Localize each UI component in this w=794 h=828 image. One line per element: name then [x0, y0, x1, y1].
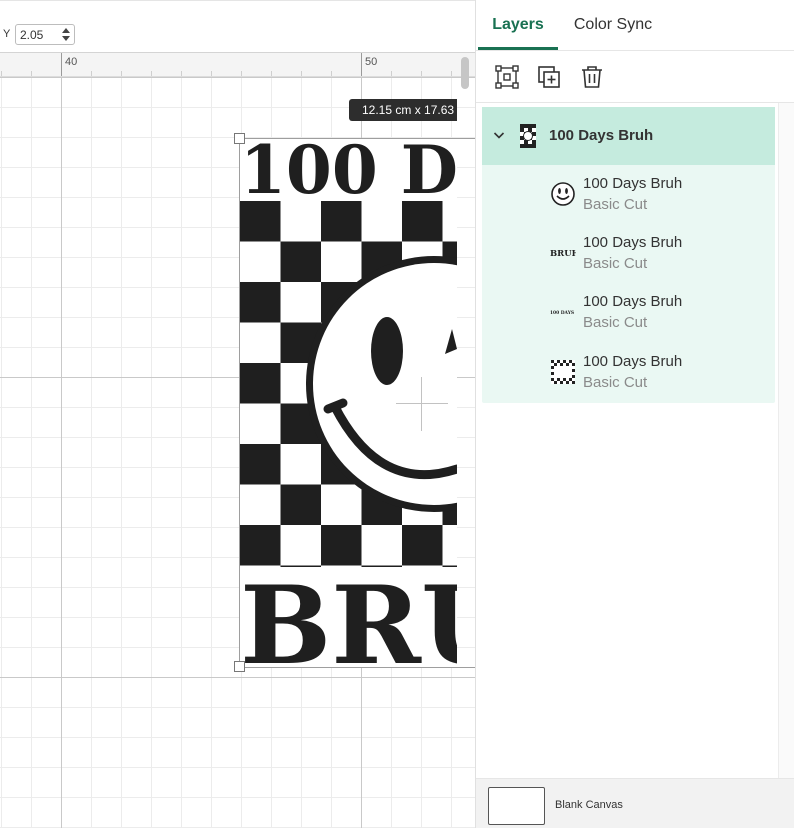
resize-handle-bottom-left[interactable] — [234, 661, 245, 672]
design-space-app: Y 40 50 12.15 cm x 17.63 — [0, 0, 794, 828]
layer-operation: Basic Cut — [583, 314, 648, 331]
size-tooltip: 12.15 cm x 17.63 — [349, 99, 457, 121]
panel-scrollbar[interactable] — [778, 103, 794, 778]
tab-layers[interactable]: Layers — [478, 16, 558, 51]
ruler-tick-label: 50 — [365, 56, 378, 68]
y-position-label: Y — [3, 28, 11, 40]
center-crosshair — [421, 377, 422, 431]
tab-color-sync[interactable]: Color Sync — [568, 16, 658, 51]
100days-text-thumbnail-icon: 100 DAYS — [550, 311, 574, 316]
design-thumbnail-icon — [520, 124, 536, 148]
resize-handle-top-left[interactable] — [234, 133, 245, 144]
group-button[interactable] — [494, 64, 520, 90]
ruler-tick-label: 40 — [65, 56, 78, 68]
active-tab-indicator — [478, 47, 558, 50]
stepper-up-icon[interactable] — [62, 28, 70, 33]
thumb-text-100-days: 100 DAYS — [550, 311, 574, 316]
layers-list: 100 Days Bruh 100 Days Bruh Basic Cut BR… — [482, 107, 775, 403]
panel-tabs: Layers Color Sync — [476, 0, 794, 51]
blank-canvas-label: Blank Canvas — [555, 799, 623, 811]
design-canvas[interactable]: 40 50 12.15 cm x 17.63 100 D BR — [0, 52, 475, 828]
layer-group-row[interactable]: 100 Days Bruh — [482, 107, 775, 165]
blank-canvas-swatch[interactable] — [488, 787, 545, 825]
layer-name: 100 Days Bruh — [583, 293, 683, 310]
horizontal-ruler: 40 50 — [0, 53, 475, 77]
canvas-scroll-thumb[interactable] — [461, 57, 469, 89]
y-position-field[interactable] — [15, 24, 75, 45]
blank-canvas-row[interactable]: Blank Canvas — [476, 778, 794, 828]
checker-frame-thumbnail-icon — [551, 360, 575, 384]
group-icon — [495, 65, 519, 89]
group-name: 100 Days Bruh — [549, 127, 654, 144]
smiley-eye — [371, 317, 403, 385]
layer-tools — [476, 51, 794, 103]
stepper-down-icon[interactable] — [62, 36, 70, 41]
layer-name: 100 Days Bruh — [583, 234, 683, 251]
duplicate-icon — [538, 66, 560, 88]
design-text-bruh: BRUH — [240, 563, 457, 667]
y-position-stepper[interactable] — [62, 27, 71, 42]
delete-icon — [582, 66, 602, 88]
layers-panel: Layers Color Sync 100 Days Bruh 100 Days… — [475, 0, 794, 828]
chevron-down-icon[interactable] — [493, 129, 505, 141]
layer-row[interactable]: 100 DAYS 100 Days Bruh Basic Cut — [482, 283, 775, 342]
center-crosshair — [396, 403, 448, 404]
smiley-thumbnail-icon — [551, 182, 575, 206]
layer-operation: Basic Cut — [583, 255, 648, 272]
layer-name: 100 Days Bruh — [583, 353, 683, 370]
layer-row[interactable]: BRUH 100 Days Bruh Basic Cut — [482, 224, 775, 283]
design-text-100-days: 100 Days — [240, 139, 457, 209]
layer-row[interactable]: 100 Days Bruh Basic Cut — [482, 165, 775, 224]
smiley-dimple — [323, 398, 348, 414]
layer-name: 100 Days Bruh — [583, 175, 683, 192]
delete-button[interactable] — [579, 64, 605, 90]
layer-operation: Basic Cut — [583, 196, 648, 213]
bruh-text-thumbnail-icon: BRUH — [550, 249, 576, 259]
top-toolbar: Y — [0, 0, 475, 52]
y-position-input[interactable] — [20, 27, 60, 42]
duplicate-button[interactable] — [536, 64, 562, 90]
layer-operation: Basic Cut — [583, 374, 648, 391]
layer-row[interactable]: 100 Days Bruh Basic Cut — [482, 343, 775, 402]
thumb-text-bruh: BRUH — [550, 249, 576, 259]
